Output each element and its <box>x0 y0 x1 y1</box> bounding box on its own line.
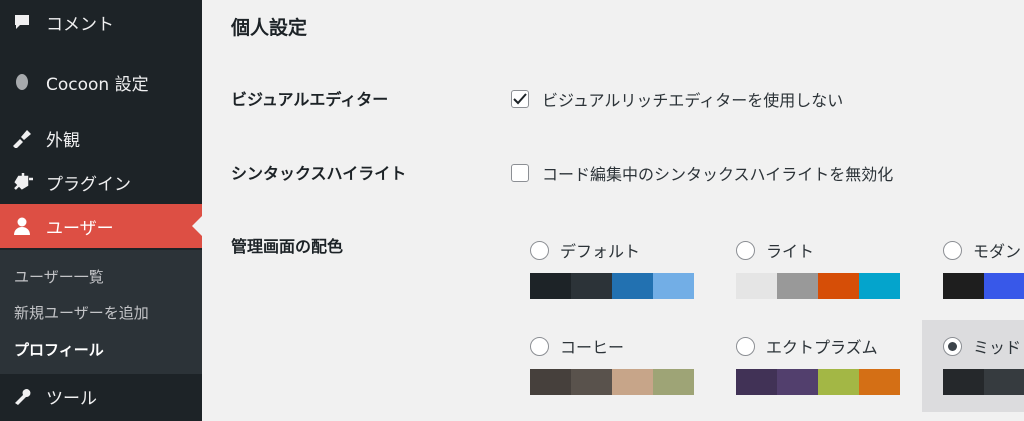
menu-item-plugins[interactable]: プラグイン <box>0 160 202 204</box>
radio-selected-dot <box>948 341 957 351</box>
scheme-swatches-modern <box>943 273 1024 299</box>
menu-item-users[interactable]: ユーザー <box>0 204 202 248</box>
color-swatch <box>736 273 777 299</box>
scheme-name-light: ライト <box>766 242 815 261</box>
scheme-radio-coffee[interactable] <box>530 336 549 356</box>
scheme-swatches-ectoplasm <box>736 369 900 395</box>
visual-editor-option[interactable]: ビジュアルリッチエディターを使用しない <box>511 87 843 111</box>
scheme-name-ectoplasm: エクトプラズム <box>766 338 878 357</box>
scheme-swatches-coffee <box>530 369 694 395</box>
users-submenu: ユーザー一覧 新規ユーザーを追加 プロフィール <box>0 250 202 374</box>
color-swatch <box>859 369 900 395</box>
scheme-name-modern: モダン <box>973 242 1022 261</box>
user-icon <box>11 215 33 237</box>
scheme-radio-light[interactable] <box>736 240 755 260</box>
menu-item-comments[interactable]: コメント <box>0 0 202 44</box>
menu-label-comments: コメント <box>46 14 114 35</box>
syntax-highlight-option-label: コード編集中のシンタックスハイライトを無効化 <box>542 165 894 184</box>
color-swatch <box>777 273 818 299</box>
plugin-icon <box>11 171 33 193</box>
section-title: 個人設定 <box>231 17 308 39</box>
color-scheme-label: 管理画面の配色 <box>231 237 344 256</box>
scheme-name-coffee: コーヒー <box>560 338 625 357</box>
visual-editor-checkbox[interactable] <box>511 90 529 108</box>
scheme-option-modern[interactable]: モダン <box>943 238 1024 299</box>
appearance-icon <box>11 127 33 149</box>
color-swatch <box>571 369 612 395</box>
syntax-highlight-checkbox[interactable] <box>511 164 529 182</box>
color-swatch <box>530 369 571 395</box>
color-swatch <box>984 369 1024 395</box>
color-swatch <box>653 369 694 395</box>
menu-label-users: ユーザー <box>46 218 114 239</box>
visual-editor-label: ビジュアルエディター <box>231 90 389 109</box>
menu-label-cocoon: Cocoon 設定 <box>46 74 149 95</box>
cocoon-icon <box>11 71 33 93</box>
menu-label-plugins: プラグイン <box>46 174 131 195</box>
scheme-radio-midnight[interactable] <box>943 336 962 356</box>
color-swatch <box>818 273 859 299</box>
syntax-highlight-option[interactable]: コード編集中のシンタックスハイライトを無効化 <box>511 161 893 185</box>
scheme-option-coffee[interactable]: コーヒー <box>530 334 730 395</box>
scheme-radio-ectoplasm[interactable] <box>736 336 755 356</box>
menu-label-appearance: 外観 <box>46 130 80 151</box>
admin-sidebar: コメント Cocoon 設定 外観 プラグイン ユーザー ユーザー一覧 新規ユー… <box>0 0 202 421</box>
scheme-name-midnight: ミッド <box>973 338 1022 357</box>
submenu-item-add-new-user[interactable]: 新規ユーザーを追加 <box>14 302 149 323</box>
color-swatch <box>571 273 612 299</box>
color-swatch <box>818 369 859 395</box>
scheme-option-midnight[interactable]: ミッド <box>943 334 1024 395</box>
comment-icon <box>11 11 33 33</box>
scheme-option-light[interactable]: ライト <box>736 238 936 299</box>
scheme-option-default[interactable]: デフォルト <box>530 238 730 299</box>
color-swatch <box>612 369 653 395</box>
color-swatch <box>943 273 984 299</box>
scheme-swatches-light <box>736 273 900 299</box>
scheme-swatches-midnight <box>943 369 1024 395</box>
color-swatch <box>859 273 900 299</box>
scheme-radio-modern[interactable] <box>943 240 962 260</box>
scheme-swatches-default <box>530 273 694 299</box>
menu-item-appearance[interactable]: 外観 <box>0 116 202 160</box>
syntax-highlight-label: シンタックスハイライト <box>231 164 407 183</box>
color-swatch <box>777 369 818 395</box>
scheme-name-default: デフォルト <box>560 242 641 261</box>
menu-item-cocoon[interactable]: Cocoon 設定 <box>0 60 202 104</box>
color-swatch <box>943 369 984 395</box>
color-swatch <box>530 273 571 299</box>
color-swatch <box>653 273 694 299</box>
submenu-item-all-users[interactable]: ユーザー一覧 <box>14 266 104 287</box>
menu-item-tools[interactable]: ツール <box>0 374 202 418</box>
visual-editor-option-label: ビジュアルリッチエディターを使用しない <box>542 91 844 110</box>
scheme-radio-default[interactable] <box>530 240 549 260</box>
color-swatch <box>984 273 1024 299</box>
color-swatch <box>612 273 653 299</box>
wrench-icon <box>11 385 33 407</box>
menu-label-tools: ツール <box>46 388 97 409</box>
color-swatch <box>736 369 777 395</box>
submenu-item-profile[interactable]: プロフィール <box>14 339 104 360</box>
scheme-option-ectoplasm[interactable]: エクトプラズム <box>736 334 936 395</box>
